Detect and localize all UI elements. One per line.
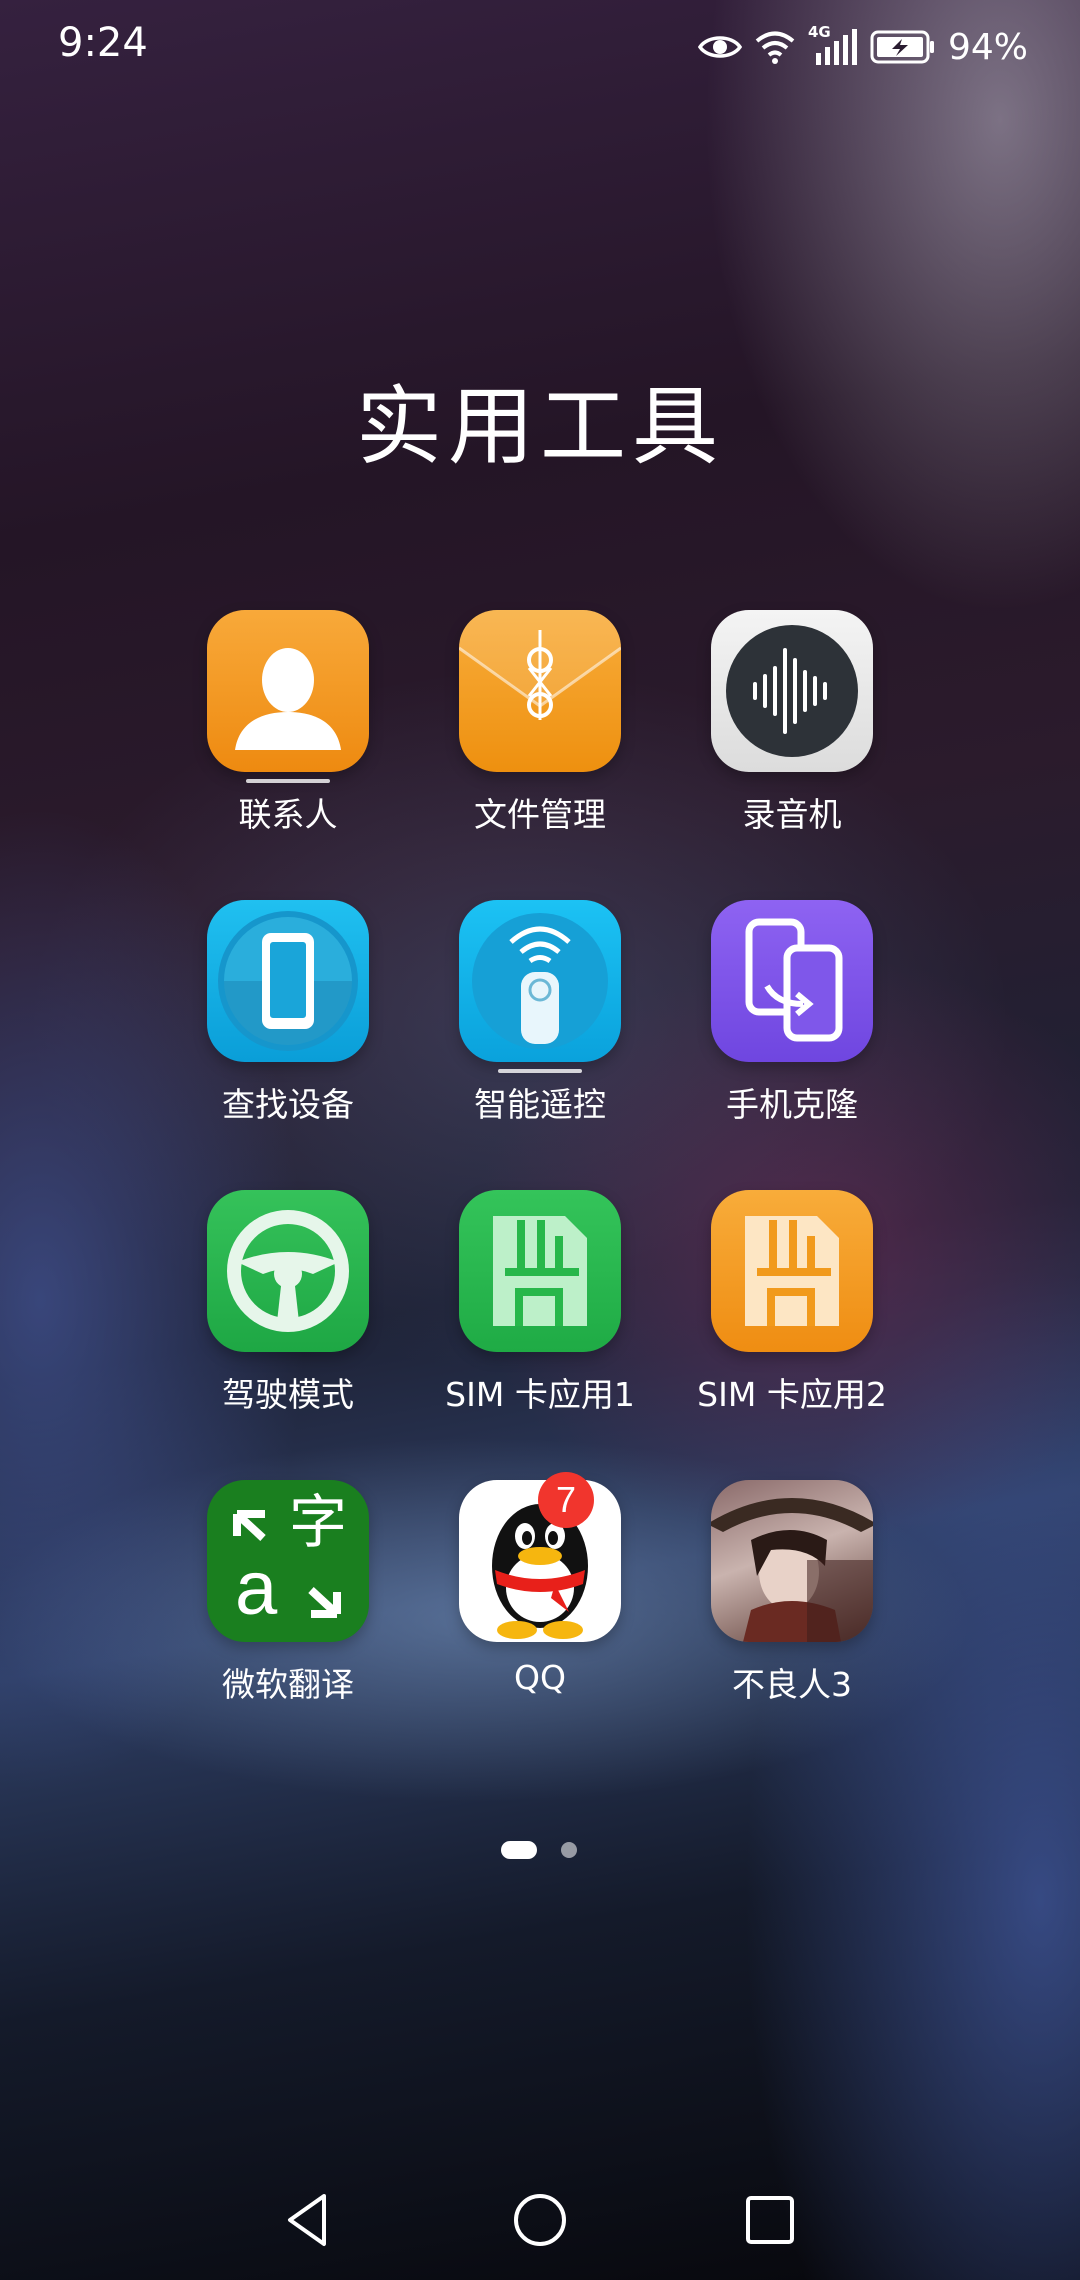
page-indicator xyxy=(0,1841,1080,1861)
app-sim-card-1[interactable]: SIM 卡应用1 xyxy=(415,1190,665,1430)
back-icon[interactable] xyxy=(276,2188,340,2252)
app-label: 不良人3 xyxy=(732,1665,852,1704)
app-driving-mode[interactable]: 驾驶模式 xyxy=(163,1190,413,1430)
status-icons: 4G 94% xyxy=(697,22,1028,72)
status-bar: 9:24 4G 94% xyxy=(0,0,1080,95)
app-sim-card-2[interactable]: SIM 卡应用2 xyxy=(667,1190,917,1430)
running-indicator xyxy=(246,779,330,783)
file-manager-icon xyxy=(459,610,621,772)
contacts-icon xyxy=(207,610,369,772)
recents-icon[interactable] xyxy=(738,2188,802,2252)
app-label: 文件管理 xyxy=(474,795,606,834)
app-label: 查找设备 xyxy=(222,1085,354,1124)
sim-card-icon xyxy=(711,1190,873,1352)
app-qq[interactable]: QQ xyxy=(415,1480,665,1720)
app-label: SIM 卡应用1 xyxy=(445,1375,635,1414)
recorder-icon xyxy=(711,610,873,772)
app-microsoft-translator[interactable]: 字 a 微软翻译 xyxy=(163,1480,413,1720)
app-label: 智能遥控 xyxy=(474,1085,606,1124)
page-dot-active[interactable] xyxy=(501,1841,537,1859)
app-label: SIM 卡应用2 xyxy=(697,1375,887,1414)
page-dot[interactable] xyxy=(561,1842,577,1858)
translator-glyph: 字 xyxy=(289,1488,347,1556)
folder-title: 实用工具 xyxy=(356,377,724,477)
app-label: 微软翻译 xyxy=(222,1665,354,1704)
running-indicator xyxy=(498,1069,582,1073)
find-device-icon xyxy=(207,900,369,1062)
wifi-icon xyxy=(755,31,795,64)
cellular-signal-icon: 4G xyxy=(808,23,858,67)
sim-card-icon xyxy=(459,1190,621,1352)
app-label: 录音机 xyxy=(742,795,842,834)
app-recorder[interactable]: 录音机 xyxy=(667,610,917,850)
phone-clone-icon xyxy=(711,900,873,1062)
app-label: QQ xyxy=(514,1658,566,1697)
navigation-bar xyxy=(0,2160,1080,2270)
app-game[interactable]: 不良人3 xyxy=(667,1480,917,1720)
eye-comfort-icon xyxy=(697,36,742,58)
app-file-manager[interactable]: 文件管理 xyxy=(415,610,665,850)
app-contacts[interactable]: 联系人 xyxy=(163,610,413,850)
driving-mode-icon xyxy=(207,1190,369,1352)
app-label: 驾驶模式 xyxy=(222,1375,354,1414)
status-time: 9:24 xyxy=(58,20,148,66)
translator-letter: a xyxy=(235,1546,278,1631)
app-smart-remote[interactable]: 智能遥控 xyxy=(415,900,665,1140)
notification-badge: 7 xyxy=(538,1472,594,1528)
app-phone-clone[interactable]: 手机克隆 xyxy=(667,900,917,1140)
app-find-device[interactable]: 查找设备 xyxy=(163,900,413,1140)
battery-charging-icon xyxy=(870,30,934,64)
home-icon[interactable] xyxy=(508,2188,572,2252)
battery-percent: 94% xyxy=(947,26,1028,68)
microsoft-translator-icon: 字 a xyxy=(207,1480,369,1642)
game-character-icon xyxy=(711,1480,873,1642)
smart-remote-icon xyxy=(459,900,621,1062)
app-label: 手机克隆 xyxy=(726,1085,858,1124)
app-label: 联系人 xyxy=(238,795,338,834)
